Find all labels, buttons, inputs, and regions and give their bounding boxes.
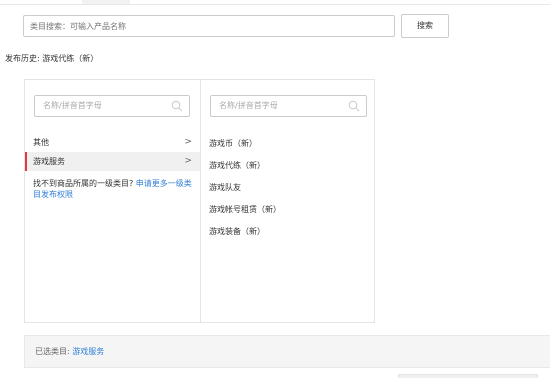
subcategory-item-game-boosting[interactable]: 游戏代练（新） (209, 155, 369, 177)
primary-filter-placeholder: 名称/拼音首字母 (43, 101, 102, 110)
category-missing-notice: 找不到商品所属的一级类目? 申请更多一级类目发布权限 (33, 178, 193, 200)
search-button[interactable]: 搜索 (401, 14, 449, 38)
category-item-game-services[interactable]: 游戏服务 > (25, 152, 200, 171)
publish-history: 发布历史: 游戏代练（新） (5, 54, 99, 63)
category-item-label: 其他 (33, 138, 49, 147)
primary-category-list: 其他 > 游戏服务 > (25, 133, 200, 171)
search-icon (348, 100, 360, 112)
chevron-right-icon: > (184, 156, 192, 166)
primary-filter-input[interactable]: 名称/拼音首字母 (34, 95, 190, 117)
tab-bar (0, 0, 550, 5)
category-item-other[interactable]: 其他 > (25, 133, 200, 152)
tab-bar-divider (0, 4, 550, 5)
category-item-label: 游戏服务 (33, 157, 65, 166)
secondary-filter-placeholder: 名称/拼音首字母 (219, 101, 278, 110)
category-search-input[interactable] (23, 15, 395, 37)
next-step-button[interactable] (398, 374, 538, 378)
notice-text: 找不到商品所属的一级类目? (33, 179, 134, 188)
selected-category-label: 已选类目: (35, 347, 70, 356)
category-selector-panel: 名称/拼音首字母 其他 > 游戏服务 > 找不到商品所属的一级类目? 申请更多一… (24, 79, 375, 323)
selected-category-value: 游戏服务 (72, 347, 105, 356)
primary-category-column: 名称/拼音首字母 其他 > 游戏服务 > 找不到商品所属的一级类目? 申请更多一… (25, 80, 201, 322)
subcategory-item-account-rental[interactable]: 游戏帐号租赁（新） (209, 199, 369, 221)
subcategory-item-game-equipment[interactable]: 游戏装备（新） (209, 221, 369, 243)
secondary-filter-input[interactable]: 名称/拼音首字母 (210, 95, 367, 117)
subcategory-item-game-teammate[interactable]: 游戏队友 (209, 177, 369, 199)
subcategory-item-game-currency[interactable]: 游戏币（新） (209, 133, 369, 155)
selected-category-bar: 已选类目: 游戏服务 (24, 335, 550, 368)
chevron-right-icon: > (184, 137, 192, 147)
secondary-category-list: 游戏币（新） 游戏代练（新） 游戏队友 游戏帐号租赁（新） 游戏装备（新） (209, 133, 369, 243)
search-icon (171, 100, 183, 112)
secondary-category-column: 名称/拼音首字母 游戏币（新） 游戏代练（新） 游戏队友 游戏帐号租赁（新） 游… (201, 80, 375, 322)
